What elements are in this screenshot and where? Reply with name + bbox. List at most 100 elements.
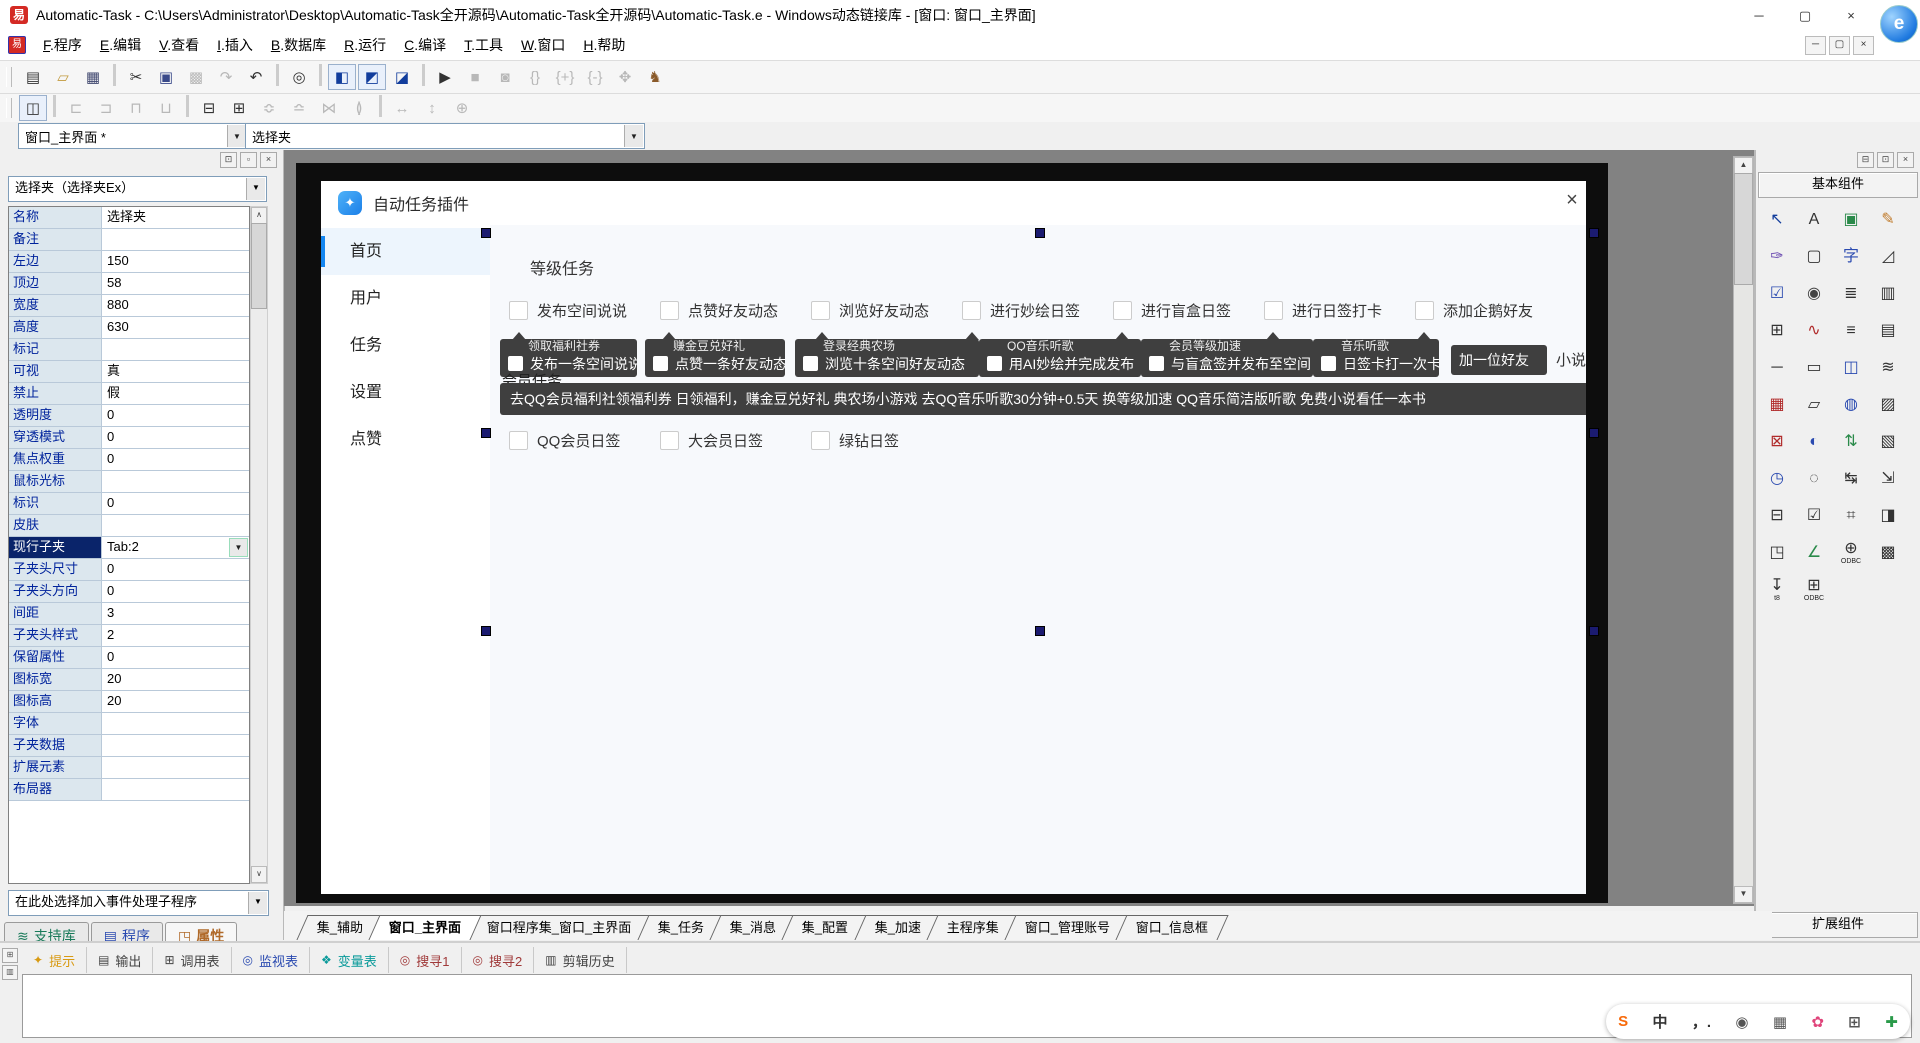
chevron-down-icon[interactable]: ▼ [248, 892, 267, 914]
menu-item[interactable]: E.编辑 [91, 35, 150, 55]
scroll-up-icon[interactable]: ▲ [1734, 157, 1753, 174]
property-row[interactable]: 图标宽 20 [9, 669, 249, 691]
document-tab[interactable]: 窗口_管理账号 [1004, 915, 1130, 940]
property-row[interactable]: 扩展元素 [9, 757, 249, 779]
toolbox-header-extended[interactable]: 扩展组件 [1758, 912, 1918, 938]
ime-item[interactable]: ▦ [1773, 1013, 1787, 1031]
toolbar-button[interactable]: ⊐ [92, 95, 120, 121]
component-icon[interactable]: ▱ [1801, 391, 1827, 418]
ime-item[interactable]: ，. [1692, 1011, 1711, 1032]
property-value[interactable]: 0 [102, 581, 249, 602]
toolbar-button[interactable]: ↶ [242, 64, 270, 90]
property-row[interactable]: 鼠标光标 [9, 471, 249, 493]
component-icon[interactable]: ▭ [1801, 354, 1827, 381]
property-value[interactable] [102, 779, 249, 800]
selection-handle[interactable] [1589, 428, 1599, 438]
toolbar-button[interactable] [276, 64, 279, 86]
component-icon[interactable]: ☑ [1801, 502, 1827, 529]
toolbar-button[interactable] [186, 95, 189, 117]
component-icon[interactable]: ∠ [1801, 539, 1827, 566]
property-value[interactable]: 630 [102, 317, 249, 338]
pane-close-icon[interactable]: × [1897, 152, 1914, 168]
component-icon[interactable]: ↖ [1764, 206, 1790, 233]
component-icon[interactable]: ▤ [1875, 317, 1901, 344]
chevron-down-icon[interactable]: ▼ [227, 125, 246, 147]
component-icon[interactable]: ✎ [1875, 206, 1901, 233]
pane-toggle-icon[interactable]: ⊞ [2, 948, 18, 963]
chevron-down-icon[interactable]: ▼ [246, 178, 265, 200]
output-tab[interactable]: ✦ 提示 [22, 947, 87, 973]
pane-toggle-icon[interactable]: ▥ [2, 965, 18, 980]
property-value[interactable]: 0 [102, 449, 249, 470]
checkbox[interactable] [1264, 301, 1283, 320]
property-row[interactable]: 标记 [9, 339, 249, 361]
property-value[interactable]: 880 [102, 295, 249, 316]
output-tab[interactable]: ▤ 输出 [87, 947, 153, 973]
toolbar-button[interactable]: ◩ [358, 64, 386, 90]
property-row[interactable]: 子夹数据 [9, 735, 249, 757]
property-row[interactable]: 皮肤 [9, 515, 249, 537]
checkbox[interactable] [660, 301, 679, 320]
property-value[interactable] [102, 515, 249, 536]
component-icon[interactable]: ↹ [1838, 465, 1864, 492]
component-icon[interactable]: ◿ [1875, 243, 1901, 270]
component-icon[interactable]: ▥ [1875, 280, 1901, 307]
menu-item[interactable]: C.编译 [395, 35, 455, 55]
property-row[interactable]: 名称 选择夹 [9, 207, 249, 229]
toolbar-button[interactable]: ◪ [388, 64, 416, 90]
component-icon[interactable]: ≡ [1838, 317, 1864, 344]
toolbar-button[interactable]: ▶ [431, 64, 459, 90]
selection-handle[interactable] [481, 228, 491, 238]
checkbox-item[interactable]: 进行日签打卡 [1264, 299, 1415, 321]
checkbox-item[interactable]: 绿钻日签 [811, 429, 962, 451]
output-tab[interactable]: ◎ 搜寻1 [389, 947, 462, 973]
checkbox[interactable] [1113, 301, 1132, 320]
checkbox[interactable] [660, 431, 679, 450]
checkbox-item[interactable]: 浏览好友动态 [811, 299, 962, 321]
toolbox-header-basic[interactable]: 基本组件 [1758, 172, 1918, 198]
sidebar-item[interactable]: 点赞 [321, 416, 490, 463]
property-value[interactable]: 58 [102, 273, 249, 294]
property-value[interactable]: 0 [102, 493, 249, 514]
chevron-down-icon[interactable]: ▼ [624, 125, 643, 147]
document-tab[interactable]: 窗口_主界面 [369, 915, 482, 940]
property-row[interactable]: 保留属性 0 [9, 647, 249, 669]
toolbar-button[interactable]: ↕ [418, 95, 446, 121]
pane-close-icon[interactable]: × [260, 152, 277, 168]
property-row[interactable]: 子夹头方向 0 [9, 581, 249, 603]
scroll-down-icon[interactable]: ∨ [251, 866, 267, 883]
property-value[interactable]: 0 [102, 427, 249, 448]
form-designer[interactable]: ✦ 自动任务插件 × 首页用户任务设置点赞 等级任务 [284, 150, 1754, 906]
component-icon[interactable]: ⊕ ODBC [1838, 539, 1864, 566]
output-tab[interactable]: ⊞ 调用表 [153, 947, 231, 973]
mdi-close-icon[interactable]: × [1853, 36, 1874, 55]
property-row[interactable]: 高度 630 [9, 317, 249, 339]
toolbar-button[interactable]: ✥ [611, 64, 639, 90]
component-icon[interactable]: ▣ [1838, 206, 1864, 233]
component-icon[interactable]: ▧ [1875, 428, 1901, 455]
property-value[interactable]: Tab:2 [102, 537, 249, 558]
toolbar-button[interactable]: ▱ [49, 64, 77, 90]
checkbox[interactable] [811, 301, 830, 320]
toolbar-button[interactable] [319, 64, 322, 86]
toolbar-button[interactable]: ▤ [19, 64, 47, 90]
pane-float-icon[interactable]: ▫ [240, 152, 257, 168]
toolbar-button[interactable]: {+} [551, 64, 579, 90]
property-row[interactable]: 子夹头样式 2 [9, 625, 249, 647]
component-icon[interactable]: ▨ [1875, 391, 1901, 418]
property-value[interactable] [102, 471, 249, 492]
checkbox[interactable] [1415, 301, 1434, 320]
dialog-close-icon[interactable]: × [1559, 189, 1585, 212]
toolbar-button[interactable] [379, 95, 382, 117]
component-icon[interactable]: ◳ [1764, 539, 1790, 566]
checkbox-item[interactable]: 添加企鹅好友 [1415, 299, 1566, 321]
minimize-icon[interactable]: ─ [1736, 1, 1782, 30]
scrollbar-thumb[interactable] [251, 223, 267, 309]
menu-item[interactable]: I.插入 [208, 35, 262, 55]
component-icon[interactable]: ◍ [1838, 391, 1864, 418]
output-tab[interactable]: ◎ 监视表 [232, 947, 311, 973]
component-icon[interactable]: ⌗ [1838, 502, 1864, 529]
sidebar-item[interactable]: 设置 [321, 369, 490, 416]
ime-item[interactable]: ⊞ [1848, 1013, 1861, 1031]
property-target-combo[interactable]: 选择夹（选择夹Ex） ▼ [8, 176, 267, 202]
